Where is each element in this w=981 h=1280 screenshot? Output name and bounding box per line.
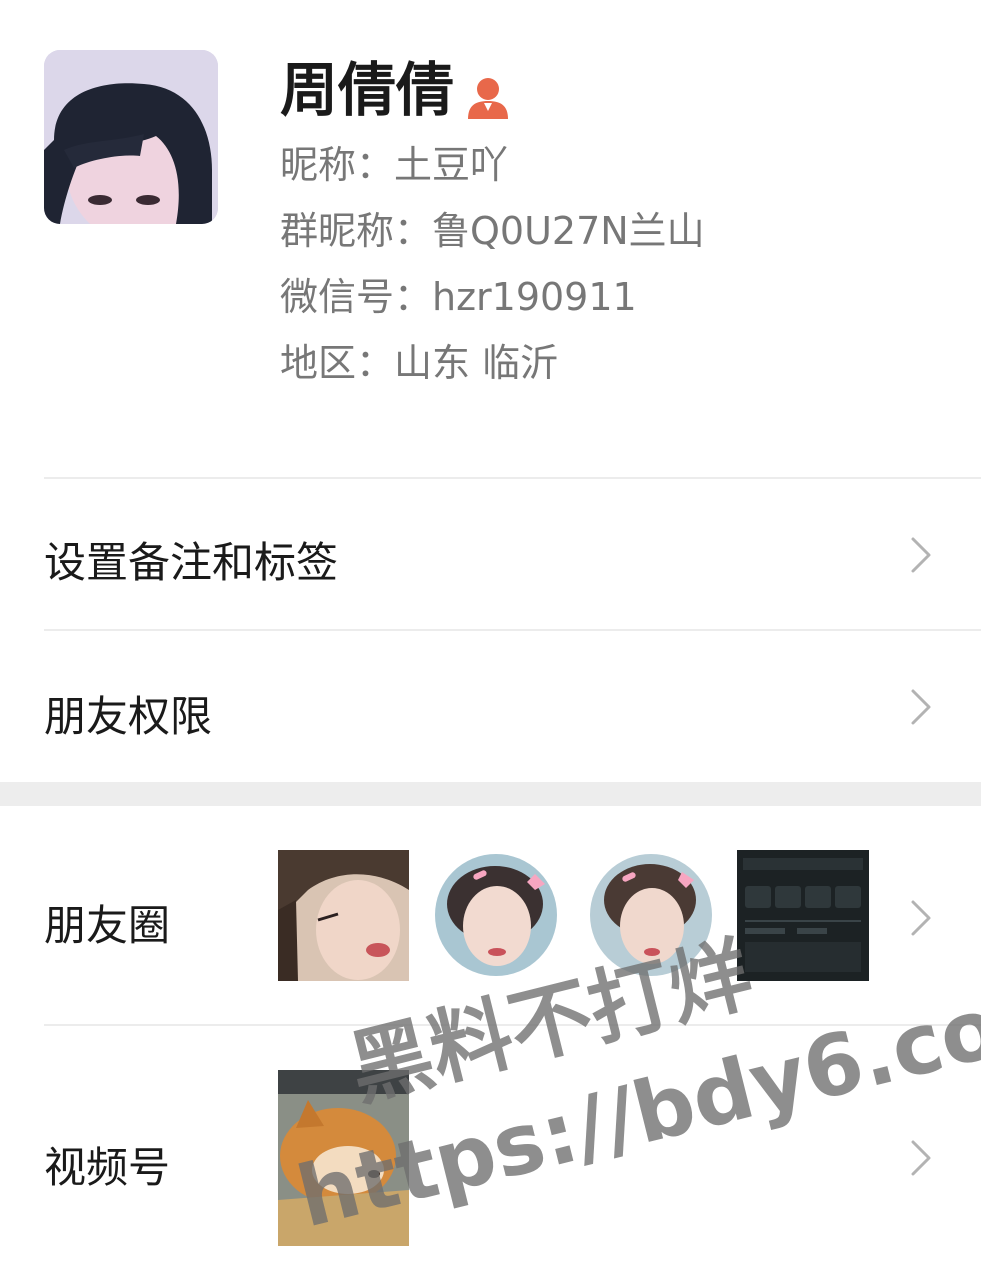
avatar[interactable] (44, 50, 218, 224)
moments-thumbnail[interactable] (278, 850, 409, 981)
region-line: 地区：山东 临沂 (280, 341, 559, 385)
section-gap (0, 782, 981, 806)
moments-label: 朋友圈 (44, 901, 171, 950)
profile-header: 周倩倩 昵称：土豆吖 群昵称：鲁Q0U27N兰山 微信号：hzr190911 地… (0, 0, 981, 478)
moments-thumbnail[interactable] (737, 850, 869, 981)
wechat-id-line: 微信号：hzr190911 (280, 275, 637, 319)
friend-permissions-label: 朋友权限 (44, 692, 213, 741)
person-badge-icon (466, 67, 510, 119)
chevron-right-icon (909, 687, 933, 727)
group-nickname-line: 群昵称：鲁Q0U27N兰山 (280, 209, 705, 253)
chevron-right-icon (909, 898, 933, 938)
remark-tags-label: 设置备注和标签 (44, 538, 339, 587)
chevron-right-icon (909, 535, 933, 575)
remark-tags-row[interactable]: 设置备注和标签 (0, 479, 981, 629)
chevron-right-icon (909, 1138, 933, 1178)
channels-label: 视频号 (44, 1143, 171, 1192)
nickname-line: 昵称：土豆吖 (280, 143, 509, 187)
profile-name-row: 周倩倩 (280, 56, 510, 124)
friend-permissions-row[interactable]: 朋友权限 (0, 631, 981, 782)
profile-name: 周倩倩 (280, 56, 455, 124)
